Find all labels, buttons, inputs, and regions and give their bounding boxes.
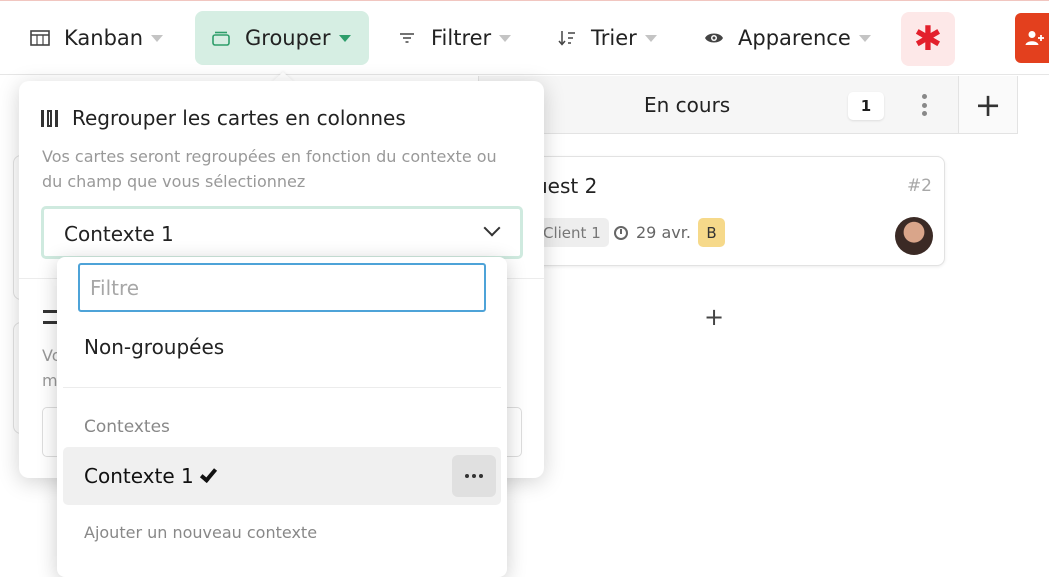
more-options-icon[interactable] xyxy=(452,455,496,497)
divider xyxy=(63,387,501,388)
chevron-down-icon xyxy=(338,34,351,42)
card-tag: Client 1 xyxy=(535,218,609,247)
context-select-value: Contexte 1 xyxy=(64,222,174,246)
kanban-icon xyxy=(28,26,52,50)
card-title: uest 2 xyxy=(535,174,598,198)
section-label: Contextes xyxy=(84,417,170,437)
add-column-button[interactable]: + xyxy=(958,76,1018,134)
appearance-button[interactable]: Apparence xyxy=(702,11,871,65)
chevron-down-icon xyxy=(483,219,501,237)
column-title: En cours xyxy=(644,93,731,117)
clock-icon xyxy=(614,225,628,240)
sort-label: Trier xyxy=(591,26,637,50)
context-dropdown: Non-groupées Contextes Contexte 1 Ajoute… xyxy=(57,257,507,577)
kanban-label: Kanban xyxy=(64,26,144,50)
chevron-down-icon xyxy=(151,34,164,42)
column-header: En cours 1 xyxy=(478,76,958,134)
chevron-down-icon xyxy=(858,34,871,42)
filter-label: Filtrer xyxy=(431,26,492,50)
popover-title: Regrouper les cartes en colonnes xyxy=(41,106,406,130)
kanban-view-button[interactable]: Kanban xyxy=(28,11,164,65)
group-icon xyxy=(209,26,233,50)
option-label: Contexte 1 xyxy=(84,464,217,488)
grouper-button[interactable]: Grouper xyxy=(195,11,369,65)
column-count-badge: 1 xyxy=(848,92,884,120)
card-badge: B xyxy=(698,218,725,247)
toolbar: Kanban Grouper Filtrer Trier Apparence ✱ xyxy=(0,1,1049,75)
filter-button[interactable]: Filtrer xyxy=(395,11,512,65)
checkmark-icon xyxy=(199,464,217,484)
column-more-icon[interactable] xyxy=(916,90,932,120)
add-context-link[interactable]: Ajouter un nouveau contexte xyxy=(84,523,317,542)
add-user-icon[interactable] xyxy=(1015,13,1049,63)
popover-title-text: Regrouper les cartes en colonnes xyxy=(72,106,406,130)
card-date-text: 29 avr. xyxy=(636,223,691,242)
appearance-label: Apparence xyxy=(738,26,851,50)
asterisk-icon[interactable]: ✱ xyxy=(901,12,955,66)
chevron-down-icon xyxy=(644,34,657,42)
option-label-text: Contexte 1 xyxy=(84,464,194,488)
add-card-button[interactable]: + xyxy=(704,303,724,331)
context-select[interactable]: Contexte 1 xyxy=(41,206,523,259)
columns-icon xyxy=(41,109,58,127)
chevron-down-icon xyxy=(499,34,512,42)
sort-icon xyxy=(555,26,579,50)
kanban-card[interactable]: uest 2 #2 Client 1 29 avr. B xyxy=(480,156,945,266)
eye-icon xyxy=(702,26,726,50)
grouper-label: Grouper xyxy=(245,26,331,50)
popover-description: Vos cartes seront regroupées en fonction… xyxy=(42,147,497,191)
option-context-1[interactable]: Contexte 1 xyxy=(63,447,501,505)
avatar[interactable] xyxy=(895,217,933,255)
filter-icon xyxy=(395,26,419,50)
filter-input[interactable] xyxy=(78,263,486,312)
card-id: #2 xyxy=(906,176,932,196)
card-date: 29 avr. xyxy=(614,223,691,242)
option-non-grouped[interactable]: Non-groupées xyxy=(84,335,224,359)
sort-button[interactable]: Trier xyxy=(555,11,657,65)
